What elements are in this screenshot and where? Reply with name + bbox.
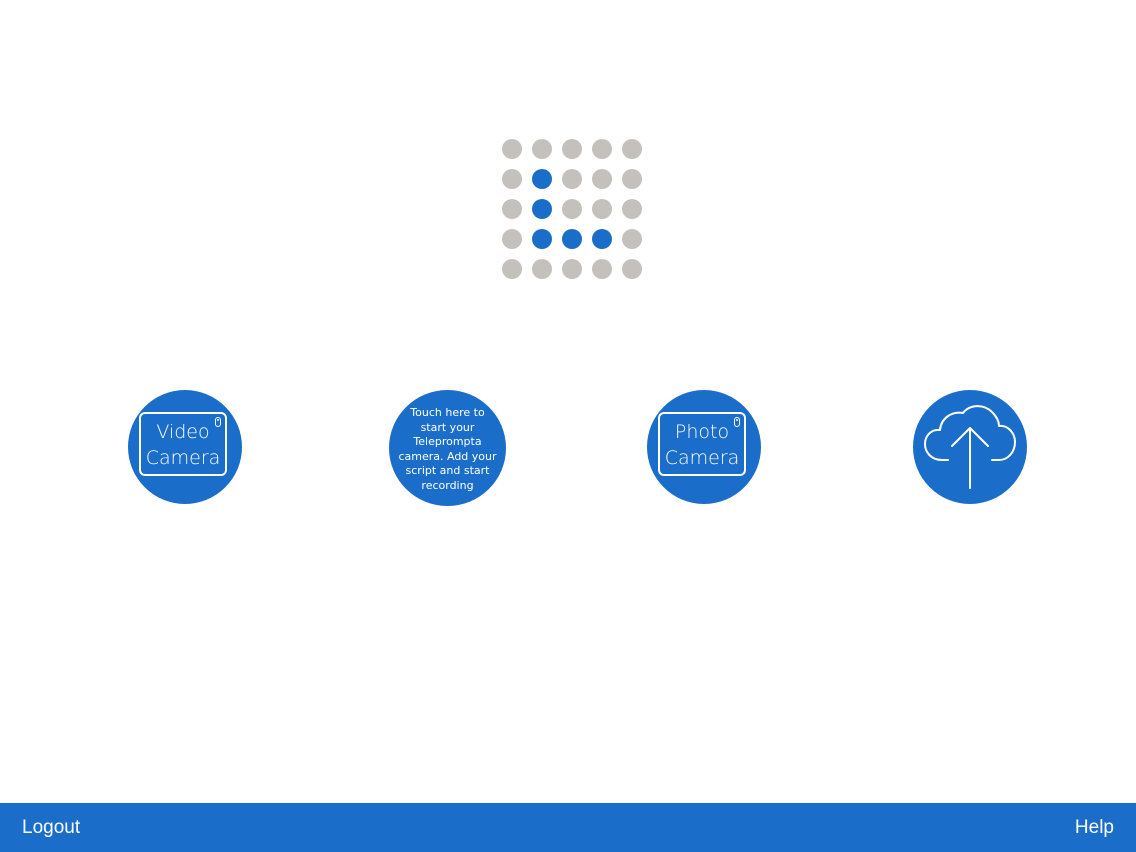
photo-camera-label: Photo Camera bbox=[664, 421, 740, 469]
logo-dot bbox=[622, 139, 642, 159]
logo-dot bbox=[592, 169, 612, 189]
cloud-upload-button[interactable] bbox=[913, 390, 1027, 504]
bottom-toolbar: Logout Help bbox=[0, 803, 1136, 852]
logo-dot bbox=[622, 199, 642, 219]
logo-dot bbox=[502, 139, 522, 159]
logo-dot bbox=[562, 169, 582, 189]
logo-dot bbox=[562, 139, 582, 159]
logo-dot bbox=[622, 259, 642, 279]
logo-dot bbox=[562, 259, 582, 279]
home-screen: Video Camera Touch here to start your Te… bbox=[0, 0, 1136, 852]
app-logo-dot-grid bbox=[502, 139, 642, 279]
logo-dot-active bbox=[592, 229, 612, 249]
teleprompta-camera-button[interactable]: Touch here to start your Teleprompta cam… bbox=[389, 390, 506, 506]
logo-dot bbox=[532, 139, 552, 159]
logo-dot bbox=[592, 199, 612, 219]
logo-dot-active bbox=[532, 229, 552, 249]
video-camera-icon: Video Camera bbox=[139, 412, 227, 476]
photo-camera-icon: Photo Camera bbox=[658, 412, 746, 476]
cloud-upload-icon bbox=[924, 405, 1016, 489]
photo-camera-button[interactable]: Photo Camera bbox=[647, 390, 761, 504]
logo-dot bbox=[502, 229, 522, 249]
logo-dot-active bbox=[532, 199, 552, 219]
logo-dot bbox=[502, 199, 522, 219]
logo-dot bbox=[592, 259, 612, 279]
logo-dot bbox=[562, 199, 582, 219]
help-button[interactable]: Help bbox=[1075, 803, 1114, 852]
logo-dot bbox=[532, 259, 552, 279]
video-camera-button[interactable]: Video Camera bbox=[128, 390, 242, 504]
video-camera-label: Video Camera bbox=[145, 421, 221, 469]
logo-dot-active bbox=[562, 229, 582, 249]
logo-dot bbox=[592, 139, 612, 159]
logout-button[interactable]: Logout bbox=[22, 803, 80, 852]
logo-dot bbox=[622, 169, 642, 189]
logo-dot-active bbox=[532, 169, 552, 189]
logo-dot bbox=[502, 259, 522, 279]
logo-dot bbox=[502, 169, 522, 189]
logo-dot bbox=[622, 229, 642, 249]
teleprompta-instructions: Touch here to start your Teleprompta cam… bbox=[398, 406, 497, 492]
